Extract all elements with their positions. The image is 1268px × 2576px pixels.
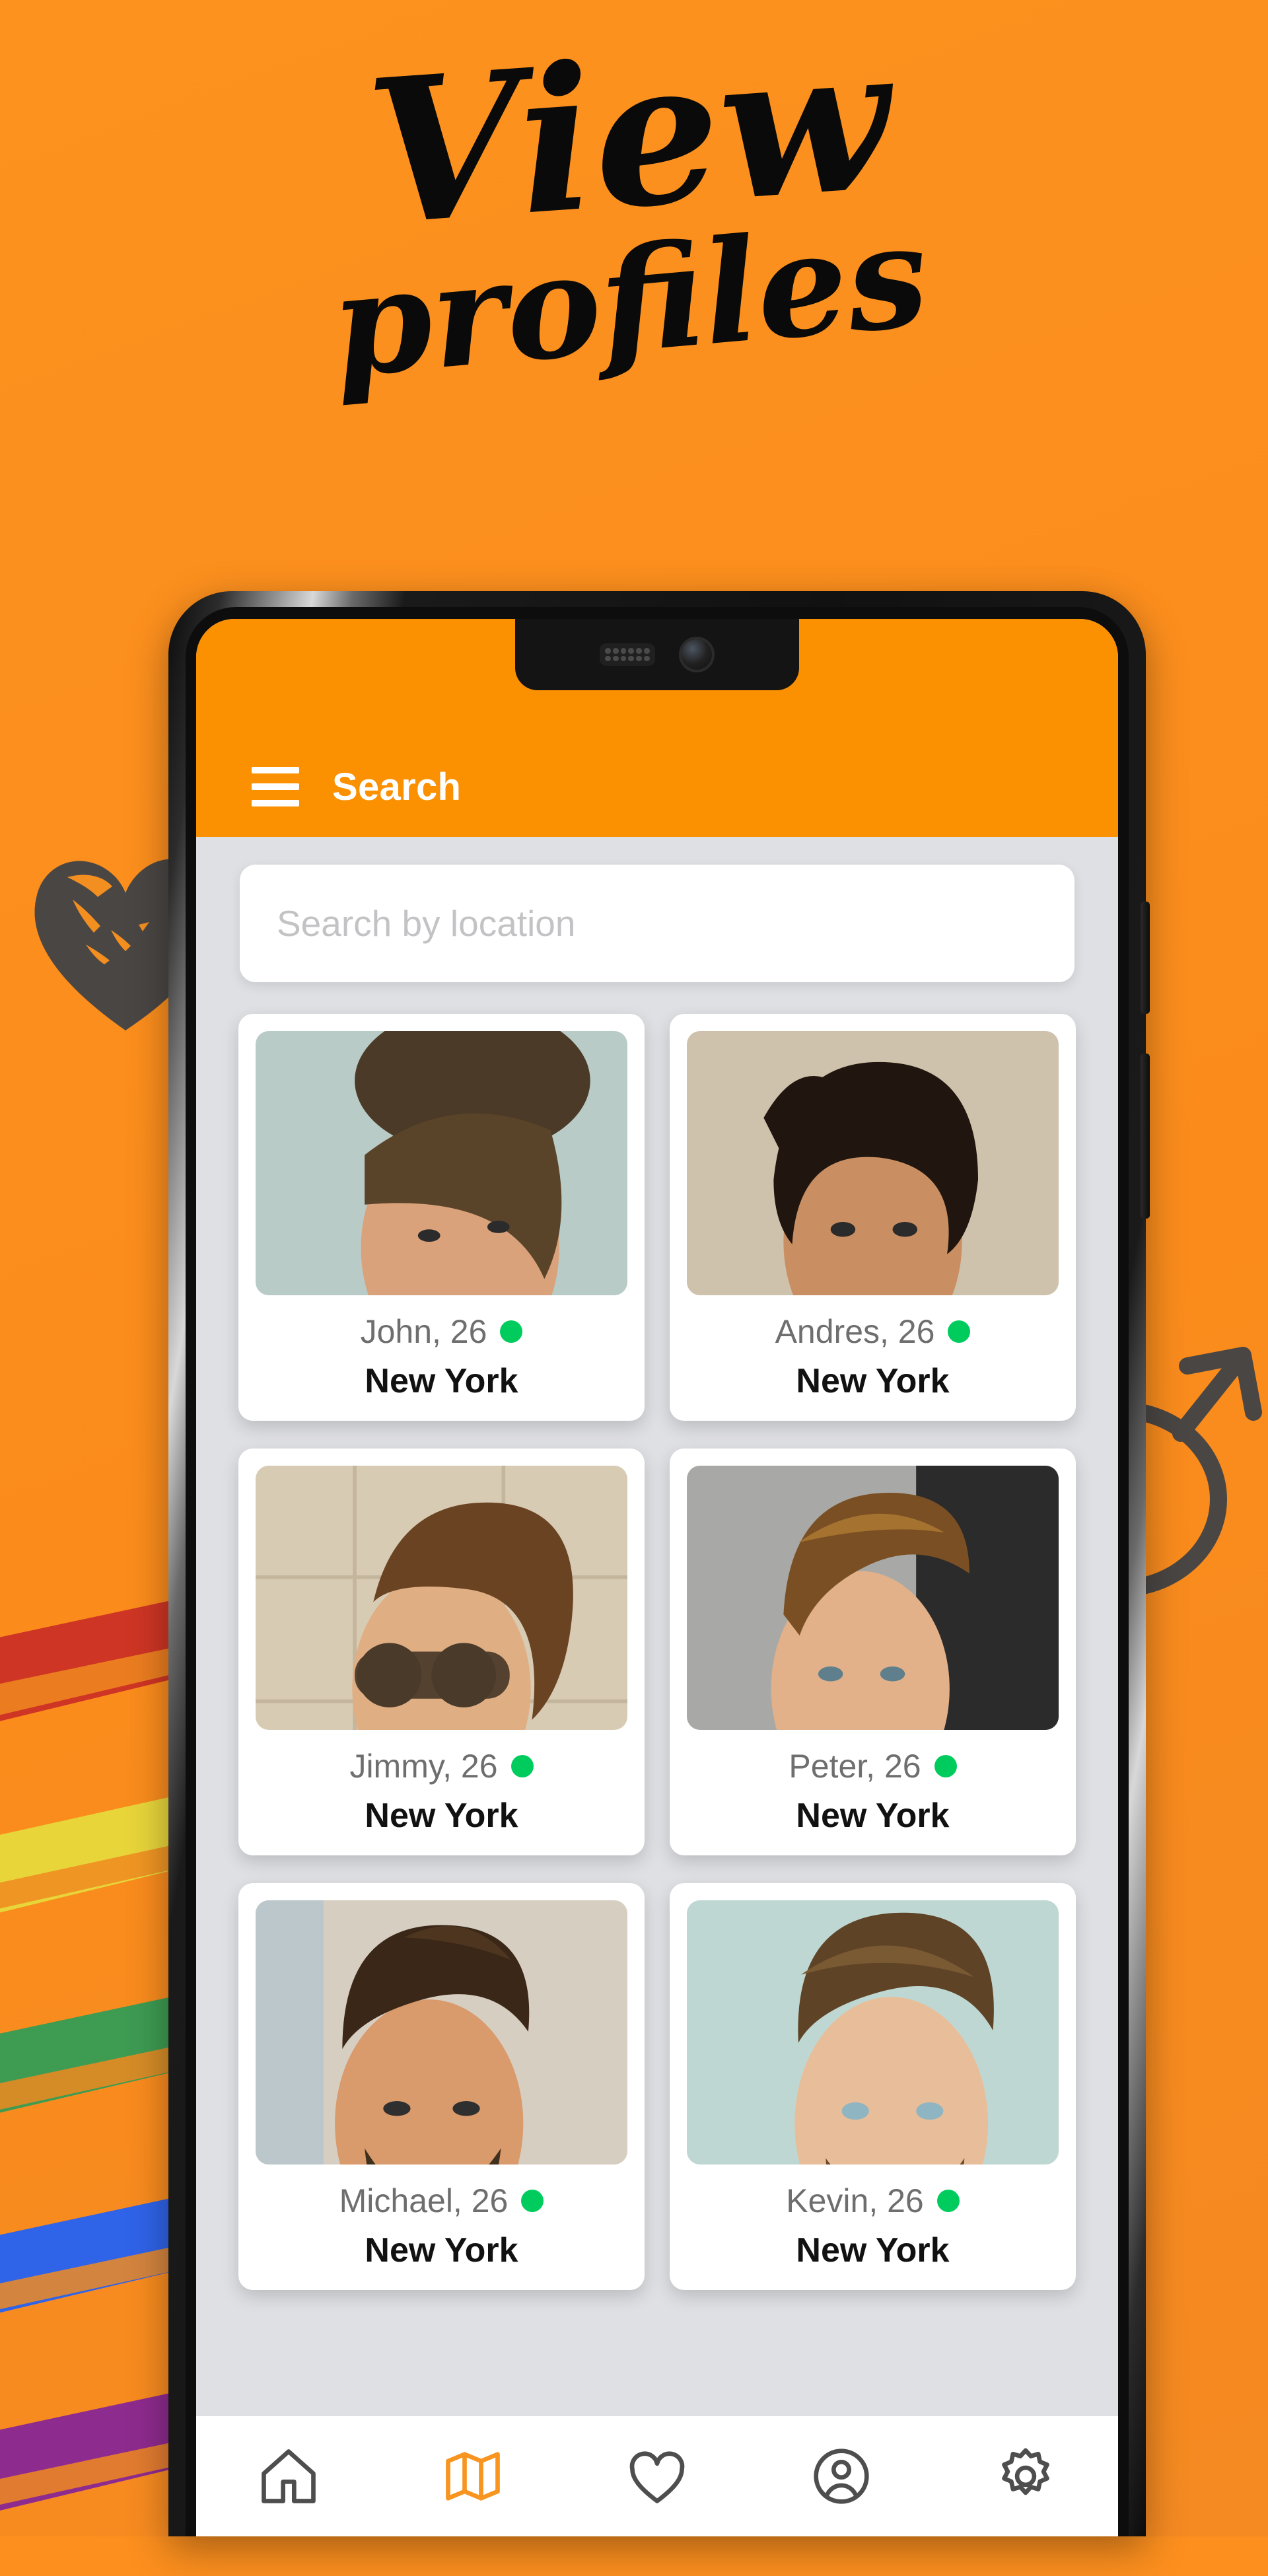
profile-card[interactable]: Peter, 26 New York [670,1449,1076,1855]
front-camera-icon [679,637,715,672]
search-input[interactable] [277,902,1038,945]
phone-mockup: Search Search by location John, 26 New Y… [168,591,1150,2536]
phone-volume-button[interactable] [1141,1054,1150,1219]
profile-city: New York [365,2231,518,2270]
phone-power-button[interactable] [1141,902,1150,1014]
profile-card[interactable]: Andres, 26 New York [670,1014,1076,1421]
profile-photo [256,1466,627,1730]
online-status-badge [511,1755,534,1777]
profile-city: New York [796,1797,950,1835]
profile-card[interactable]: Michael, 26 New York [238,1883,645,2290]
nav-item-home[interactable] [239,2427,338,2526]
profile-card[interactable]: Jimmy, 26 New York [238,1449,645,1855]
profile-city: New York [796,1362,950,1400]
profile-city: New York [365,1362,518,1400]
profile-card[interactable]: John, 26 New York [238,1014,645,1421]
profile-photo [687,1900,1059,2165]
profile-grid: John, 26 New York Andres, 26 New York Ji… [196,1014,1118,2290]
profile-meta: John, 26 [361,1312,523,1351]
profile-meta: Michael, 26 [339,2182,544,2220]
phone-screen: Search Search by location John, 26 New Y… [196,619,1118,2536]
nav-item-likes[interactable] [608,2427,707,2526]
gear-icon [1002,2448,1050,2495]
profile-name-age: Peter, 26 [789,1748,921,1785]
map-icon [445,2452,500,2501]
online-status-badge [521,2190,544,2212]
heart-icon [629,2451,685,2503]
home-icon [261,2449,316,2503]
profile-city: New York [796,2231,950,2270]
profile-meta: Kevin, 26 [786,2182,960,2220]
list-bottom-fade [196,2370,1118,2416]
search-section [196,837,1118,989]
nav-item-settings[interactable] [976,2427,1075,2526]
profile-name-age: Kevin, 26 [786,2182,924,2219]
nav-item-map[interactable] [423,2427,522,2526]
profile-name-age: Andres, 26 [775,1313,935,1350]
profile-name-age: John, 26 [360,1313,487,1350]
profile-photo [687,1466,1059,1730]
profile-name-age: Jimmy, 26 [349,1748,498,1785]
app-bar-title: Search [332,766,462,808]
phone-notch [515,619,799,690]
search-field-container[interactable] [240,865,1074,982]
profile-meta: Jimmy, 26 [349,1747,534,1785]
profile-name-age: Michael, 26 [339,2182,509,2219]
online-status-badge [936,2190,960,2212]
app-content: John, 26 New York [196,837,1118,2536]
profile-card[interactable]: Kevin, 26 New York [670,1883,1076,2290]
profile-meta: Peter, 26 [789,1747,957,1785]
online-status-badge [500,1320,523,1343]
account-icon [814,2449,869,2504]
profile-city: New York [365,1797,518,1835]
earpiece-speaker-icon [600,643,655,666]
profile-meta: Andres, 26 [775,1312,971,1351]
hamburger-menu-icon[interactable] [252,767,299,806]
profile-photo [256,1900,627,2165]
online-status-badge [948,1320,971,1343]
profile-photo [256,1031,627,1295]
bottom-navigation-bar [196,2416,1118,2536]
profile-photo [687,1031,1059,1295]
nav-item-profile[interactable] [792,2427,891,2526]
online-status-badge [934,1755,957,1777]
